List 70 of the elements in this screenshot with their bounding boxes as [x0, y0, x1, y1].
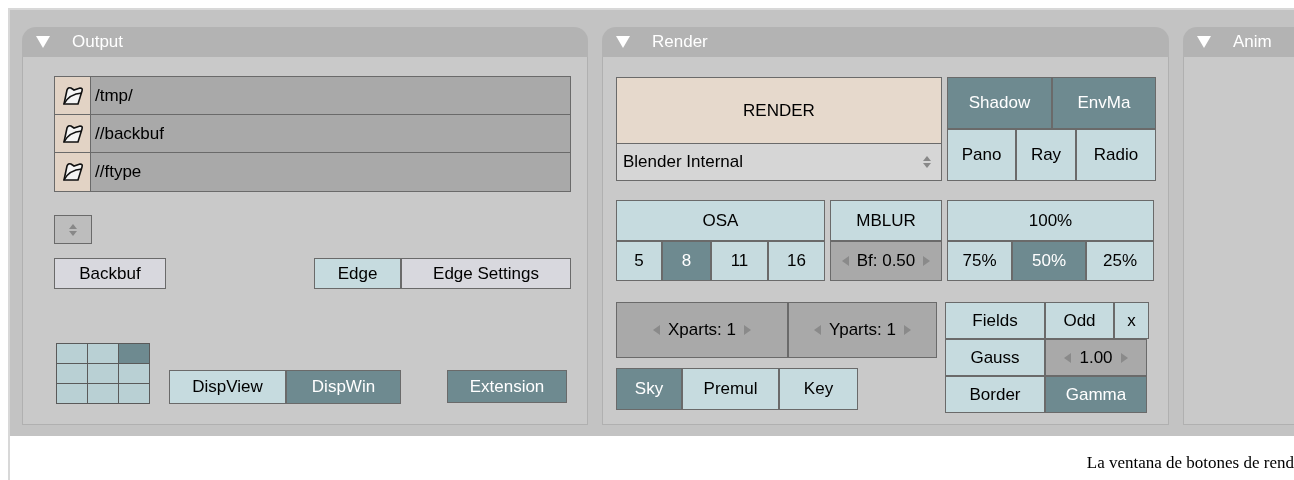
toggle-button[interactable]: Edge [314, 258, 401, 289]
arrow-right-icon [744, 325, 751, 335]
folder-button[interactable] [55, 153, 91, 191]
grid-cell[interactable] [88, 344, 118, 363]
folder-button[interactable] [55, 115, 91, 152]
toggle-button[interactable]: Radio [1076, 129, 1156, 181]
toggle-button[interactable]: DispWin [286, 370, 401, 404]
toggle-button[interactable]: Gamma [1045, 376, 1147, 413]
toggle-button[interactable]: 16 [768, 241, 825, 281]
grid-cell[interactable] [88, 364, 118, 383]
up-down-icon [923, 156, 931, 168]
toggle-button[interactable]: Pano [947, 129, 1016, 181]
arrow-left-icon [652, 325, 660, 335]
panel-title: Render [652, 31, 708, 54]
toggle-button[interactable]: 11 [711, 241, 768, 281]
toggle-button[interactable]: Extension [447, 370, 567, 403]
collapse-triangle-icon[interactable] [36, 36, 50, 48]
toggle-button[interactable]: 8 [662, 241, 711, 281]
toggle-button[interactable]: Ray [1016, 129, 1076, 181]
push-button[interactable]: Backbuf [54, 258, 166, 289]
toggle-button[interactable]: Fields [945, 302, 1045, 339]
path-field[interactable]: //backbuf [91, 115, 570, 152]
panel-title: Anim [1233, 31, 1272, 54]
arrow-left-icon [841, 256, 849, 266]
dropdown-button[interactable] [54, 215, 92, 244]
toggle-button[interactable]: Shadow [947, 77, 1052, 129]
grid-cell[interactable] [57, 344, 87, 363]
arrow-right-icon [923, 256, 931, 266]
toggle-button[interactable]: MBLUR [830, 200, 942, 241]
number-field[interactable]: Yparts: 1 [788, 302, 937, 358]
folder-icon [60, 160, 85, 184]
render-button[interactable]: RENDER [616, 77, 942, 144]
toggle-button[interactable]: EnvMa [1052, 77, 1156, 129]
collapse-triangle-icon[interactable] [616, 36, 630, 48]
toggle-button[interactable]: Odd [1045, 302, 1114, 339]
arrow-left-icon [814, 325, 822, 335]
arrow-right-icon [903, 325, 911, 335]
collapse-triangle-icon[interactable] [1197, 36, 1211, 48]
number-field[interactable]: Bf: 0.50 [830, 241, 942, 281]
up-down-icon [69, 223, 77, 236]
toggle-button[interactable]: Gauss [945, 339, 1045, 376]
toggle-button[interactable]: 75% [947, 241, 1012, 281]
grid-cell[interactable] [57, 384, 87, 403]
number-field[interactable]: 1.00 [1045, 339, 1147, 376]
arrow-left-icon [1064, 352, 1072, 363]
toggle-button[interactable]: Sky [616, 368, 682, 410]
toggle-button[interactable]: Key [779, 368, 858, 410]
grid-cell[interactable] [119, 344, 149, 363]
arrow-right-icon [1120, 352, 1128, 363]
folder-button[interactable] [55, 77, 91, 114]
push-button[interactable]: Edge Settings [401, 258, 571, 289]
toggle-button[interactable]: x [1114, 302, 1149, 339]
toggle-button[interactable]: Premul [682, 368, 779, 410]
path-field[interactable]: /tmp/ [91, 77, 570, 114]
grid-cell[interactable] [88, 384, 118, 403]
caption: La ventana de botones de rend [1086, 452, 1294, 474]
panel-title: Output [72, 31, 124, 54]
render-engine-dropdown[interactable]: Blender Internal [616, 144, 942, 181]
toggle-button[interactable]: 25% [1086, 241, 1154, 281]
grid-cell[interactable] [119, 384, 149, 403]
toggle-button[interactable]: 100% [947, 200, 1154, 241]
path-field[interactable]: //ftype [91, 153, 570, 191]
toggle-button[interactable]: Border [945, 376, 1045, 413]
number-field[interactable]: Xparts: 1 [616, 302, 788, 358]
toggle-button[interactable]: 5 [616, 241, 662, 281]
grid-cell[interactable] [57, 364, 87, 383]
toggle-button[interactable]: DispView [169, 370, 286, 404]
toggle-button[interactable]: 50% [1012, 241, 1086, 281]
grid-cell[interactable] [119, 364, 149, 383]
toggle-button[interactable]: OSA [616, 200, 825, 241]
